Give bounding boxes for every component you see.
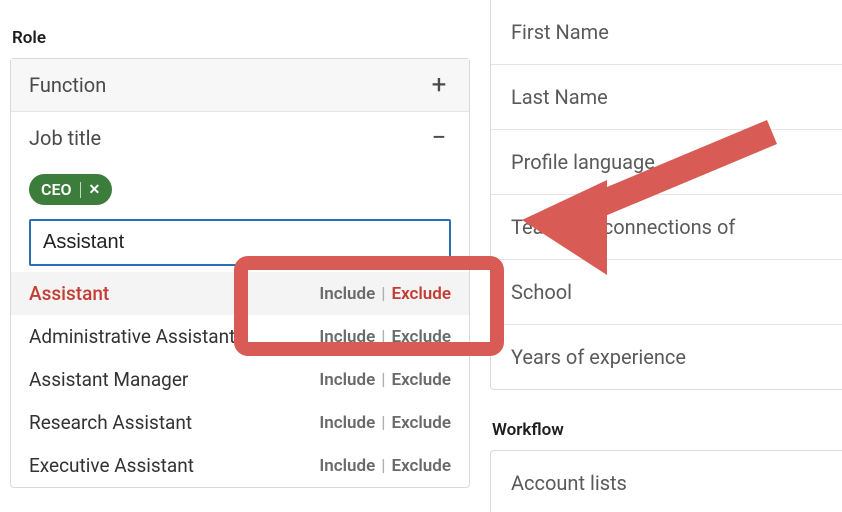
suggestion-label: Assistant — [29, 282, 109, 305]
plus-icon: + — [427, 75, 451, 95]
job-title-filter-label: Job title — [29, 126, 101, 150]
include-action[interactable]: Include — [319, 456, 375, 476]
chip-label: CEO — [41, 180, 72, 199]
workflow-filter-list: Account lists — [490, 450, 842, 512]
exclude-action[interactable]: Exclude — [391, 413, 451, 433]
suggestion-row[interactable]: Administrative Assistant Include | Exclu… — [11, 315, 469, 358]
include-action[interactable]: Include — [319, 413, 375, 433]
filter-item-last-name[interactable]: Last Name — [491, 65, 842, 130]
suggestion-row[interactable]: Assistant Include | Exclude — [11, 272, 469, 315]
suggestion-actions: Include | Exclude — [319, 284, 451, 304]
suggestion-row[interactable]: Executive Assistant Include | Exclude — [11, 444, 469, 487]
include-action[interactable]: Include — [319, 370, 375, 390]
suggestion-actions: Include | Exclude — [319, 370, 451, 390]
right-filter-list: First Name Last Name Profile language Te… — [490, 0, 842, 390]
filter-panel: Function + Job title − CEO ✕ Assistant — [10, 58, 470, 488]
action-separator: | — [381, 370, 385, 390]
filter-item-profile-language[interactable]: Profile language — [491, 130, 842, 195]
filter-item-teamlink-connections[interactable]: TeamLink connections of — [491, 195, 842, 260]
suggestion-label: Administrative Assistant — [29, 325, 235, 348]
suggestion-actions: Include | Exclude — [319, 456, 451, 476]
exclude-action[interactable]: Exclude — [391, 456, 451, 476]
action-separator: | — [381, 413, 385, 433]
job-title-body: CEO ✕ Assistant Include | Exclude — [11, 164, 469, 487]
suggestion-row[interactable]: Assistant Manager Include | Exclude — [11, 358, 469, 401]
suggestion-label: Executive Assistant — [29, 454, 194, 477]
minus-icon: − — [427, 128, 451, 148]
suggestion-actions: Include | Exclude — [319, 413, 451, 433]
suggestion-label: Research Assistant — [29, 411, 192, 434]
suggestion-row[interactable]: Research Assistant Include | Exclude — [11, 401, 469, 444]
function-filter-label: Function — [29, 73, 106, 97]
include-action[interactable]: Include — [319, 327, 375, 347]
exclude-action[interactable]: Exclude — [391, 370, 451, 390]
suggestion-list: Assistant Include | Exclude Administrati… — [11, 272, 469, 487]
chip-separator — [80, 182, 81, 198]
suggestion-actions: Include | Exclude — [319, 327, 451, 347]
filter-chip-ceo[interactable]: CEO ✕ — [29, 174, 112, 205]
suggestion-label: Assistant Manager — [29, 368, 188, 391]
filter-item-school[interactable]: School — [491, 260, 842, 325]
workflow-section-label: Workflow — [492, 420, 842, 440]
filter-item-account-lists[interactable]: Account lists — [491, 451, 842, 512]
action-separator: | — [381, 456, 385, 476]
filter-item-first-name[interactable]: First Name — [491, 0, 842, 65]
action-separator: | — [381, 327, 385, 347]
exclude-action[interactable]: Exclude — [391, 327, 451, 347]
exclude-action[interactable]: Exclude — [391, 284, 451, 304]
function-filter-header[interactable]: Function + — [11, 59, 469, 112]
filter-item-years-experience[interactable]: Years of experience — [491, 325, 842, 389]
close-icon[interactable]: ✕ — [89, 182, 101, 198]
action-separator: | — [381, 284, 385, 304]
include-action[interactable]: Include — [319, 284, 375, 304]
job-title-filter-header[interactable]: Job title − — [11, 112, 469, 164]
role-section-label: Role — [12, 28, 470, 48]
job-title-search-input[interactable] — [29, 219, 451, 266]
